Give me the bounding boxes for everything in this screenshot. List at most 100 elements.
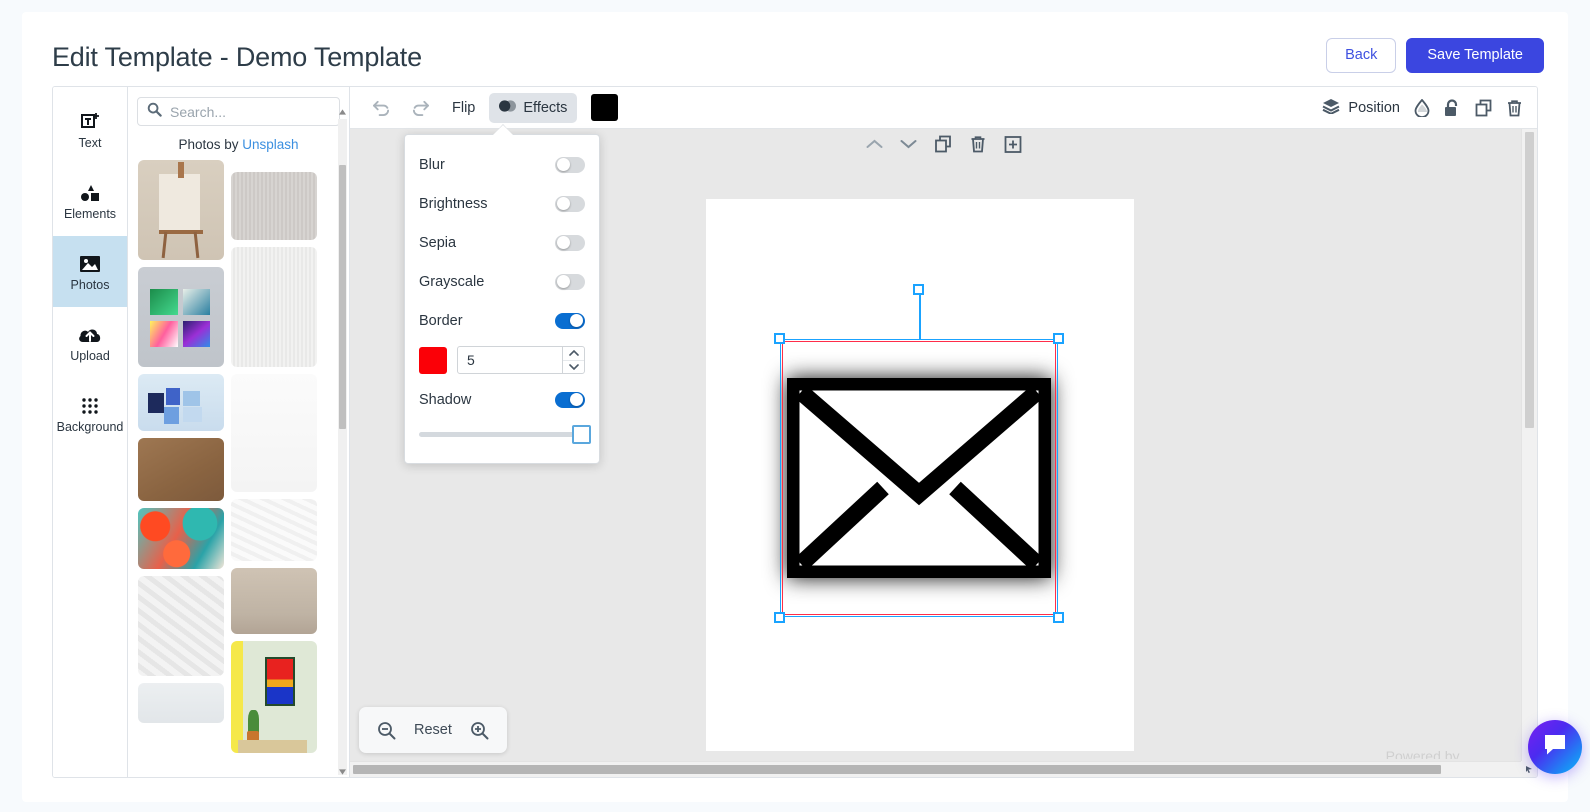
- move-down-icon[interactable]: [900, 139, 916, 149]
- effects-popover: Blur Brightness Sepia Grayscale Border 5…: [404, 124, 600, 464]
- scrollbar-thumb[interactable]: [1525, 132, 1534, 428]
- zoom-in-icon[interactable]: [470, 721, 489, 740]
- toggle-knob: [557, 275, 570, 288]
- sidebar-item-label: Upload: [70, 349, 110, 363]
- resize-handle-bottom-right[interactable]: [1053, 612, 1064, 623]
- search-input[interactable]: [168, 98, 339, 125]
- resize-handle-bottom-left[interactable]: [774, 612, 785, 623]
- effect-label: Grayscale: [419, 273, 485, 290]
- shadow-toggle[interactable]: [555, 391, 585, 408]
- sidebar-item-photos[interactable]: Photos: [53, 236, 127, 307]
- fill-color-swatch[interactable]: [591, 94, 619, 121]
- photos-panel-scrollbar[interactable]: [338, 109, 347, 777]
- sepia-toggle[interactable]: [555, 234, 585, 251]
- upload-icon: [78, 322, 102, 344]
- effect-row-shadow: Shadow: [419, 380, 585, 419]
- photos-credit-prefix: Photos by: [178, 137, 243, 152]
- zoom-out-icon[interactable]: [377, 721, 396, 740]
- toolbar-right-group: Position: [1322, 98, 1523, 118]
- photo-thumb-grey-linen-texture[interactable]: [231, 172, 317, 240]
- effect-row-sepia: Sepia: [419, 223, 585, 262]
- border-controls: 5: [419, 340, 585, 380]
- photo-thumb-white-stucco-texture[interactable]: [231, 499, 317, 561]
- photo-thumb-white-canvas-texture[interactable]: [231, 247, 317, 367]
- photo-thumb-brown-leather-texture[interactable]: [138, 438, 224, 501]
- canvas-horizontal-scrollbar[interactable]: [350, 761, 1521, 777]
- effects-button[interactable]: Effects: [489, 92, 578, 123]
- sidebar-item-label: Text: [78, 136, 102, 150]
- trash-icon[interactable]: [1506, 99, 1523, 117]
- effect-label: Shadow: [419, 391, 472, 408]
- text-add-icon: [80, 109, 100, 131]
- unlock-icon[interactable]: [1444, 98, 1461, 117]
- photo-thumb-framed-poster-interior[interactable]: [231, 641, 317, 753]
- duplicate-icon[interactable]: [934, 135, 951, 153]
- sidebar-item-elements[interactable]: Elements: [53, 165, 127, 236]
- blur-toggle[interactable]: [555, 156, 585, 173]
- scroll-down-icon[interactable]: [338, 767, 347, 777]
- border-color-swatch[interactable]: [419, 346, 447, 374]
- undo-icon[interactable]: [364, 93, 399, 122]
- photo-thumb-four-abstract-canvases[interactable]: [138, 267, 224, 367]
- scrollbar-thumb[interactable]: [339, 165, 346, 429]
- add-icon[interactable]: [1004, 135, 1021, 153]
- back-button[interactable]: Back: [1326, 38, 1397, 73]
- move-up-icon[interactable]: [866, 139, 882, 149]
- page-header: Edit Template - Demo Template Back Save …: [22, 12, 1568, 97]
- photo-thumb-white-paper-texture[interactable]: [231, 374, 317, 492]
- photo-thumb-white-plaster-texture[interactable]: [138, 576, 224, 676]
- zoom-reset-button[interactable]: Reset: [414, 722, 452, 738]
- slider-track: [419, 431, 585, 437]
- editor-frame: Text Elements Photos Upload Background S…: [52, 86, 1538, 778]
- photo-thumb-extra-bottom[interactable]: [138, 683, 224, 723]
- toggle-knob: [557, 197, 570, 210]
- effect-row-brightness: Brightness: [419, 184, 585, 223]
- droplet-icon[interactable]: [1414, 98, 1430, 117]
- stepper-up-icon[interactable]: [563, 347, 584, 360]
- shapes-icon: [79, 180, 101, 202]
- effect-label: Brightness: [419, 195, 488, 212]
- copy-icon[interactable]: [1475, 99, 1492, 117]
- sidebar-item-upload[interactable]: Upload: [53, 307, 127, 378]
- stepper-down-icon[interactable]: [563, 359, 584, 374]
- grid-dots-icon: [81, 393, 99, 415]
- position-button[interactable]: Position: [1322, 98, 1400, 118]
- search-wrap: [128, 87, 349, 132]
- shadow-slider[interactable]: [419, 419, 591, 449]
- redo-icon[interactable]: [403, 93, 438, 122]
- grayscale-toggle[interactable]: [555, 273, 585, 290]
- chat-bubble-button[interactable]: [1528, 720, 1582, 774]
- border-width-input[interactable]: 5: [457, 346, 585, 374]
- toggle-knob: [557, 236, 570, 249]
- zoom-controls: Reset: [359, 707, 507, 753]
- rotate-handle[interactable]: [913, 284, 924, 295]
- flip-button[interactable]: Flip: [442, 94, 485, 122]
- sidebar-item-text[interactable]: Text: [53, 94, 127, 165]
- photo-thumb-blue-paint-swatches[interactable]: [138, 374, 224, 431]
- effect-label: Sepia: [419, 234, 457, 251]
- scrollbar-thumb[interactable]: [353, 765, 1441, 774]
- slider-thumb[interactable]: [572, 424, 591, 444]
- object-mini-toolbar: [866, 135, 1021, 153]
- search-box[interactable]: [137, 97, 340, 126]
- unsplash-link[interactable]: Unsplash: [242, 137, 298, 152]
- save-template-button[interactable]: Save Template: [1406, 38, 1544, 73]
- resize-handle-top-left[interactable]: [774, 333, 785, 344]
- scroll-up-icon[interactable]: [338, 107, 347, 117]
- toggle-knob: [557, 158, 570, 171]
- brightness-toggle[interactable]: [555, 195, 585, 212]
- photo-column-right: [231, 160, 317, 777]
- sidebar-item-label: Background: [56, 420, 124, 434]
- photo-thumb-beige-wood-texture[interactable]: [231, 568, 317, 634]
- border-toggle[interactable]: [555, 312, 585, 329]
- canvas-vertical-scrollbar[interactable]: [1521, 129, 1537, 761]
- photo-thumb-colorful-fluid-art[interactable]: [138, 508, 224, 569]
- resize-handle-top-right[interactable]: [1053, 333, 1064, 344]
- delete-icon[interactable]: [969, 135, 986, 153]
- border-width-value: 5: [467, 352, 475, 368]
- tool-rail: Text Elements Photos Upload Background: [53, 87, 128, 777]
- photo-thumb-easel-blank-canvas[interactable]: [138, 160, 224, 260]
- object-top-toolbar: Flip Effects Position: [350, 87, 1537, 129]
- sidebar-item-background[interactable]: Background: [53, 378, 127, 449]
- selected-object-envelope-image[interactable]: [774, 284, 1064, 623]
